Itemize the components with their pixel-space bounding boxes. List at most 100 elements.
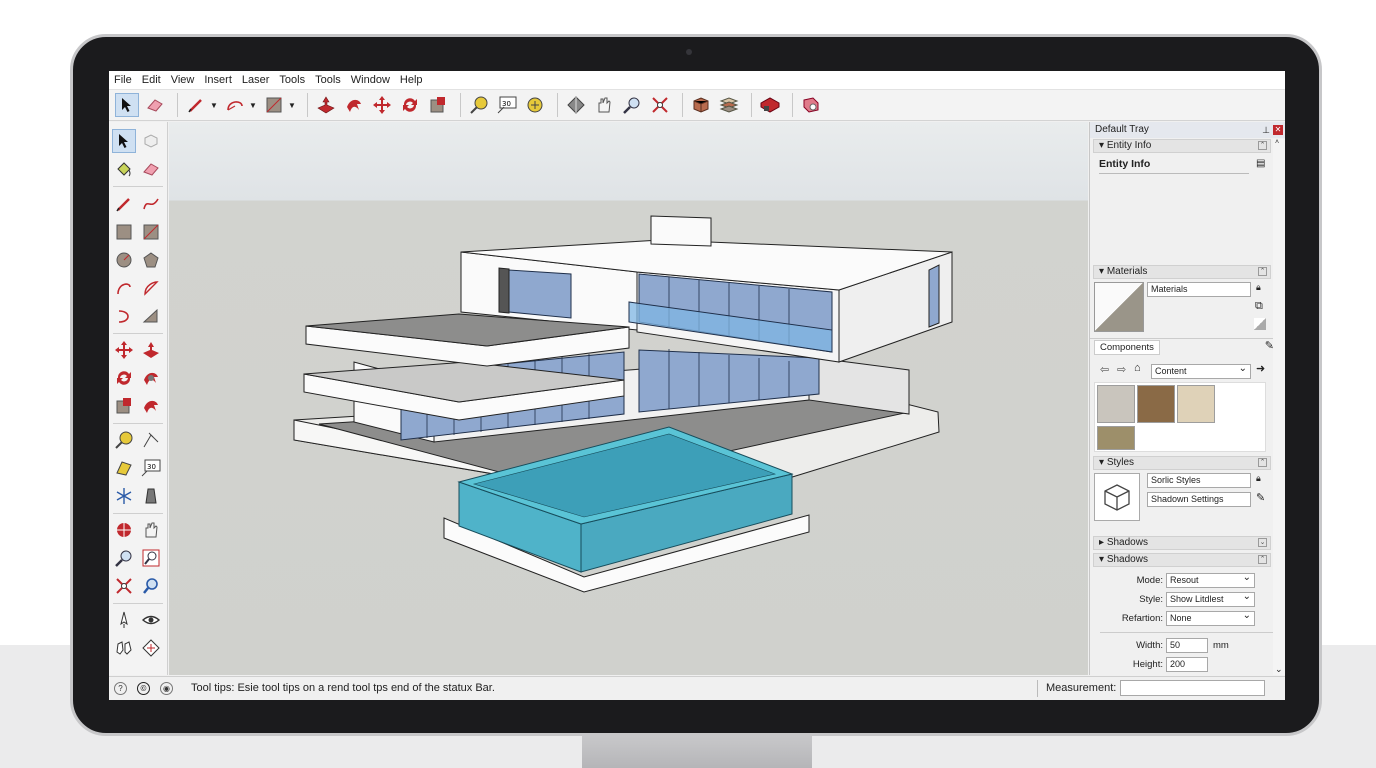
pin-icon[interactable]: ⊥ [1262,122,1270,138]
shadows-collapsed-header[interactable]: ▸ Shadows ⌄ [1093,536,1271,550]
geolocation-icon[interactable]: ? [114,682,127,695]
make-component-icon[interactable] [139,129,163,153]
freehand-icon[interactable] [139,192,163,216]
rotate-icon[interactable] [398,93,422,117]
forward-arrow-icon[interactable]: ⇨ [1117,363,1126,376]
menu-tools[interactable]: Tools [279,71,310,89]
component-swatch[interactable] [1137,385,1175,423]
home-icon[interactable]: ⌂ [1134,362,1141,374]
eraser-icon[interactable] [143,93,167,117]
style-select[interactable]: Show Litdlest [1166,590,1255,607]
pan-icon[interactable] [139,518,163,542]
orbit-icon[interactable] [564,93,588,117]
dropdown-arrow-icon[interactable]: ▼ [209,93,219,117]
3d-text-icon[interactable] [139,484,163,508]
extension-warehouse-icon[interactable] [799,93,823,117]
polygon-icon[interactable] [139,248,163,272]
measurement-input[interactable] [1120,680,1265,696]
pencil-line-icon[interactable] [184,93,208,117]
rectangle-icon[interactable] [262,93,286,117]
scroll-down-arrow-icon[interactable]: ⌄ [1275,664,1283,675]
style-name-field[interactable]: Sorlic Styles [1147,473,1251,488]
section-plane-icon[interactable] [139,636,163,660]
orbit-icon[interactable] [112,518,136,542]
credits-icon[interactable]: © [137,682,150,695]
layers-icon[interactable] [717,93,741,117]
menu-edit[interactable]: Edit [142,71,166,89]
tape-measure-icon[interactable] [467,93,491,117]
3d-viewport[interactable] [169,122,1088,675]
menu-window[interactable]: Window [351,71,395,89]
search-icon[interactable] [139,574,163,598]
sample-paint-icon[interactable] [1254,318,1266,330]
protractor-icon[interactable] [112,456,136,480]
components-dropdown[interactable]: Content [1151,362,1251,379]
lock-icon[interactable]: 🔒︎ [1256,473,1261,484]
position-camera-icon[interactable] [112,608,136,632]
protractor-icon[interactable] [523,93,547,117]
offset-icon[interactable] [139,394,163,418]
follow-me-icon[interactable] [342,93,366,117]
push-pull-icon[interactable] [139,338,163,362]
style-thumbnail[interactable] [1094,473,1140,521]
menu-file[interactable]: File [114,71,137,89]
line-icon[interactable] [112,192,136,216]
width-input[interactable]: 50 [1166,638,1208,653]
close-icon[interactable]: ✕ [1273,125,1283,135]
pie-icon[interactable] [139,276,163,300]
dimension-icon[interactable] [139,428,163,452]
materials-header[interactable]: ▾ Materials ⌃ [1093,265,1271,279]
look-around-icon[interactable] [139,608,163,632]
select-arrow-icon[interactable] [115,93,139,117]
menu-laser[interactable]: Laser [242,71,275,89]
eraser-icon[interactable] [139,157,163,181]
component-swatch[interactable] [1097,385,1135,423]
zoom-icon[interactable] [112,546,136,570]
axes-icon[interactable] [112,484,136,508]
text-icon[interactable]: 30 [139,456,163,480]
components-tab[interactable]: Components [1094,340,1160,355]
tray-scrollbar[interactable]: ˄ ⌄ [1273,139,1285,675]
circle-icon[interactable] [112,248,136,272]
scale-icon[interactable] [112,394,136,418]
rotate-icon[interactable] [112,366,136,390]
user-icon[interactable]: ◉ [160,682,173,695]
scale-icon[interactable] [426,93,450,117]
zoom-icon[interactable] [620,93,644,117]
height-input[interactable]: 200 [1166,657,1208,672]
back-arrow-icon[interactable]: ⇦ [1100,363,1109,376]
entity-info-header[interactable]: ▾ Entity Info ⌃ [1093,139,1271,153]
menu-insert[interactable]: Insert [204,71,237,89]
pencil-icon[interactable]: ✎ [1256,491,1265,504]
dimension-icon[interactable]: 30 [495,93,519,117]
menu-help[interactable]: Help [400,71,428,89]
two-point-arc-icon[interactable] [112,304,136,328]
menu-view[interactable]: View [171,71,200,89]
shadows-header[interactable]: ▾ Shadows ⌃ [1093,553,1271,567]
warehouse-icon[interactable] [758,93,782,117]
scroll-up-arrow-icon[interactable]: ˄ [1275,139,1279,146]
select-icon[interactable] [112,129,136,153]
pan-icon[interactable] [592,93,616,117]
zoom-extents-icon[interactable] [648,93,672,117]
walk-icon[interactable] [112,636,136,660]
mode-select[interactable]: Resout [1166,571,1255,588]
lock-icon[interactable]: 🔒︎ [1256,282,1261,293]
component-icon[interactable] [689,93,713,117]
tape-measure-icon[interactable] [112,428,136,452]
refraction-select[interactable]: None [1166,609,1255,626]
material-preview[interactable] [1094,282,1144,332]
move-icon[interactable] [370,93,394,117]
zoom-extents-icon[interactable] [112,574,136,598]
material-name-field[interactable]: Materials [1147,282,1251,297]
component-swatch[interactable] [1097,426,1135,450]
move-icon[interactable] [112,338,136,362]
paint-bucket-icon[interactable] [112,157,136,181]
menu-tools-2[interactable]: Tools [315,71,346,89]
details-icon[interactable]: ▤ [1256,158,1265,169]
dropdown-arrow-icon[interactable]: ▼ [248,93,258,117]
three-point-arc-icon[interactable] [139,304,163,328]
details-arrow-icon[interactable]: ➜ [1256,362,1265,375]
dropdown-arrow-icon[interactable]: ▼ [287,93,297,117]
rectangle-icon[interactable] [112,220,136,244]
